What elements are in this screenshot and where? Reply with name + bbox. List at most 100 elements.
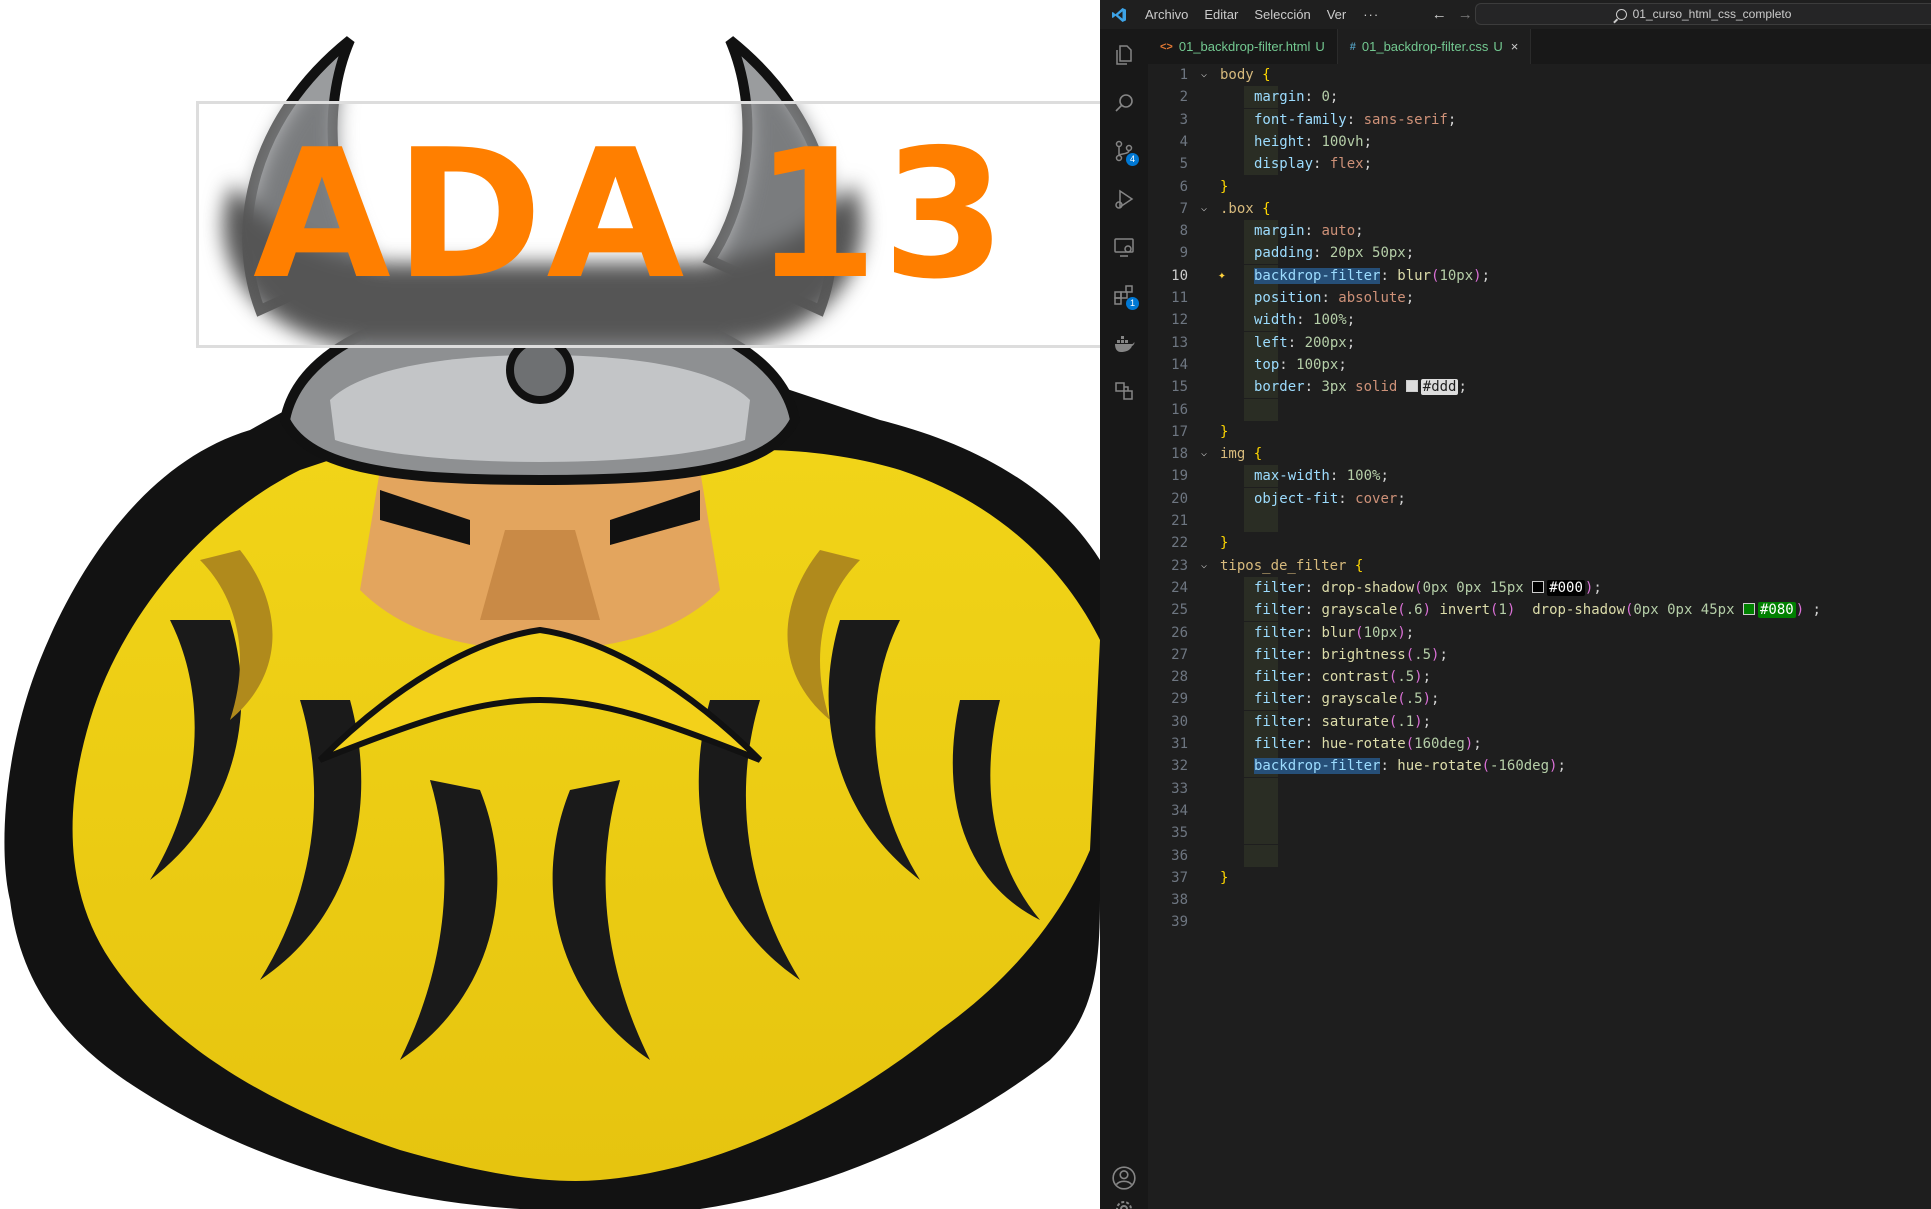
code-token: : [1313,156,1330,173]
code-line[interactable]: 34 [1148,799,1931,822]
code-line[interactable]: 28 filter: contrast(.5); [1148,666,1931,689]
code-token: ; [1473,736,1482,752]
indent-guide [1244,777,1278,800]
code-line[interactable]: 16 [1148,398,1931,421]
fold-chevron-icon[interactable]: ⌵ [1201,555,1207,577]
color-swatch[interactable] [1405,380,1418,393]
code-line[interactable]: 33 [1148,777,1931,800]
code-line[interactable]: 12 width: 100%; [1148,309,1931,332]
code-token: backdrop-filter [1254,758,1381,775]
code-line[interactable]: 5 display: flex; [1148,153,1931,176]
code-line[interactable]: 39 [1148,911,1931,933]
indent-guide [1244,799,1278,822]
docker-icon[interactable] [1100,323,1148,363]
code-line[interactable]: 9 padding: 20px 50px; [1148,242,1931,265]
code-line[interactable]: 13 left: 200px; [1148,331,1931,354]
code-line[interactable]: 26 filter: blur(10px); [1148,621,1931,644]
code-text: margin: 0; [1254,86,1338,108]
run-debug-icon[interactable] [1100,179,1148,219]
code-line[interactable]: 4 height: 100vh; [1148,130,1931,153]
live-share-icon[interactable] [1100,371,1148,411]
code-line[interactable]: 38 [1148,889,1931,911]
code-line[interactable]: 11 position: absolute; [1148,287,1931,309]
line-number: 6 [1179,178,1188,195]
menu-archivo[interactable]: Archivo [1137,0,1196,29]
extensions-badge: 1 [1126,297,1139,310]
code-line[interactable]: 22} [1148,532,1931,554]
browser-preview: ADA 13 [0,0,1100,1209]
code-line[interactable]: 2 margin: 0; [1148,86,1931,109]
fold-chevron-icon[interactable]: ⌵ [1201,198,1207,220]
code-token: 10px [1363,624,1398,641]
remote-explorer-icon[interactable] [1100,227,1148,267]
fold-chevron-icon[interactable]: ⌵ [1201,443,1207,465]
menu-editar[interactable]: Editar [1196,0,1246,29]
code-line[interactable]: 17} [1148,421,1931,443]
tab-css-file[interactable]: # 01_backdrop-filter.css U × [1337,29,1532,64]
explorer-icon[interactable] [1100,35,1148,75]
code-line[interactable]: 37} [1148,867,1931,889]
code-line[interactable]: 36 [1148,844,1931,867]
indent-guide [1244,844,1278,867]
code-line[interactable]: 35 [1148,822,1931,845]
search-icon[interactable] [1100,83,1148,123]
code-line[interactable]: 1 ⌵ body { [1148,64,1931,86]
code-line[interactable]: 14 top: 100px; [1148,353,1931,376]
color-swatch[interactable] [1742,603,1755,616]
tab-label: 01_backdrop-filter.css [1361,39,1489,54]
close-tab-icon[interactable]: × [1511,39,1519,54]
code-text: margin: auto; [1254,220,1364,242]
code-token: 200px [1304,334,1347,351]
menu-seleccion[interactable]: Selección [1246,0,1318,29]
account-icon[interactable] [1100,1158,1148,1198]
menu-more-button[interactable]: ··· [1354,0,1388,29]
code-line[interactable]: 10 ✦ backdrop-filter: blur(10px); [1148,264,1931,287]
code-token: 3px [1321,379,1347,396]
command-center-search[interactable]: 01_curso_html_css_completo [1475,3,1931,25]
code-token: 100vh [1321,133,1364,150]
code-token: ; [1804,602,1821,619]
line-number: 18 [1171,446,1188,463]
code-line[interactable]: 20 object-fit: cover; [1148,487,1931,510]
tab-html-file[interactable]: <> 01_backdrop-filter.html U [1148,29,1338,64]
code-line[interactable]: 24 filter: drop-shadow(0px 0px 15px #000)… [1148,576,1931,599]
code-line[interactable]: 8 margin: auto; [1148,220,1931,243]
code-text: font-family: sans-serif; [1254,109,1456,131]
code-line[interactable]: 6} [1148,176,1931,198]
code-token: ) [1795,602,1805,619]
code-line[interactable]: 7 ⌵ .box { [1148,198,1931,220]
code-text: filter: grayscale(.5); [1254,688,1439,710]
back-arrow-icon[interactable]: ← [1426,6,1452,23]
code-token: .6 [1405,602,1423,619]
code-editor[interactable]: 1 ⌵ body {2 margin: 0; 3 font-family: sans-se… [1148,64,1931,1209]
code-token: : [1279,356,1297,373]
code-line[interactable]: 29 filter: grayscale(.5); [1148,688,1931,711]
code-line[interactable]: 19 max-width: 100%; [1148,465,1931,488]
code-line[interactable]: 25 filter: grayscale(.6) invert(1) drop-s… [1148,599,1931,622]
code-line[interactable]: 15 border: 3px solid #ddd; [1148,376,1931,399]
source-control-icon[interactable]: 4 [1100,131,1148,171]
code-line[interactable]: 30 filter: saturate(.1); [1148,710,1931,733]
code-text: tipos_de_filter { [1220,555,1363,577]
settings-gear-icon[interactable] [1100,1197,1148,1209]
code-line[interactable]: 3 font-family: sans-serif; [1148,108,1931,131]
code-text: filter: grayscale(.6) invert(1) drop-sha… [1254,599,1821,621]
code-text: width: 100%; [1254,309,1355,331]
indent-guide [1244,822,1278,845]
code-token: contrast [1321,669,1389,686]
line-number: 32 [1171,758,1188,775]
code-line[interactable]: 31 filter: hue-rotate(160deg); [1148,733,1931,755]
extensions-icon[interactable]: 1 [1100,275,1148,315]
code-line[interactable]: 18 ⌵ img { [1148,443,1931,465]
menu-ver[interactable]: Ver [1319,0,1355,29]
code-token: 10px [1439,267,1474,284]
copilot-sparkle-icon[interactable]: ✦ [1218,265,1226,287]
color-swatch[interactable] [1532,580,1545,593]
code-line[interactable]: 21 [1148,510,1931,532]
fold-chevron-icon[interactable]: ⌵ [1201,64,1207,86]
code-token: img [1220,446,1246,463]
code-line[interactable]: 27 filter: brightness(.5); [1148,643,1931,666]
code-line[interactable]: 23 ⌵ tipos_de_filter { [1148,555,1931,577]
line-number: 15 [1171,379,1188,396]
code-line[interactable]: 32 backdrop-filter: hue-rotate(-160deg); [1148,755,1931,778]
